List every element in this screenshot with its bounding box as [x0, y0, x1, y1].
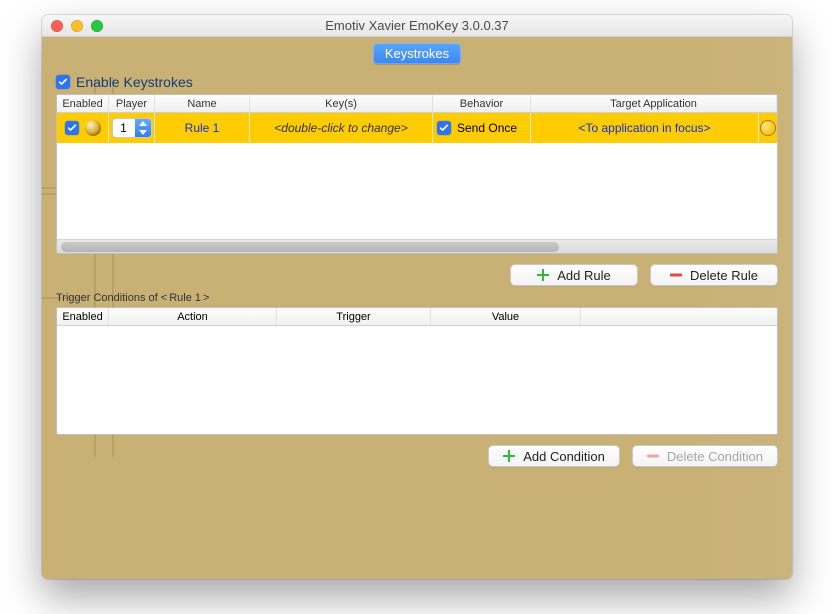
plus-icon [503, 450, 515, 462]
player-input[interactable] [113, 121, 135, 135]
rules-button-row: Add Rule Delete Rule [56, 264, 778, 286]
enable-keystrokes-row: Enable Keystrokes [56, 74, 792, 90]
col-player[interactable]: Player [109, 95, 155, 112]
zoom-icon[interactable] [91, 20, 103, 32]
conditions-button-row: Add Condition Delete Condition [56, 445, 778, 467]
minus-icon [670, 269, 682, 281]
enable-keystrokes-checkbox[interactable] [56, 75, 70, 89]
delete-condition-button[interactable]: Delete Condition [632, 445, 778, 467]
cond-col-trigger[interactable]: Trigger [277, 308, 431, 325]
tab-bar: Keystrokes [42, 37, 792, 64]
titlebar: Emotiv Xavier EmoKey 3.0.0.37 [42, 15, 792, 37]
conditions-section-label: Trigger Conditions of <Rule 1> [56, 292, 792, 304]
add-condition-button[interactable]: Add Condition [488, 445, 620, 467]
rules-table: Enabled Player Name Key(s) Behavior Targ… [56, 94, 778, 254]
col-keys[interactable]: Key(s) [250, 95, 433, 112]
col-name[interactable]: Name [155, 95, 250, 112]
horizontal-scrollbar[interactable] [57, 239, 777, 253]
cell-behavior: Send Once [433, 113, 531, 143]
rules-header: Enabled Player Name Key(s) Behavior Targ… [57, 95, 777, 113]
check-icon [439, 123, 449, 133]
behavior-label: Send Once [457, 121, 517, 135]
enable-keystrokes-label: Enable Keystrokes [76, 74, 193, 90]
behavior-checkbox[interactable] [437, 121, 451, 135]
check-icon [67, 123, 77, 133]
delete-rule-button[interactable]: Delete Rule [650, 264, 778, 286]
rules-body-empty [57, 143, 777, 239]
close-icon[interactable] [51, 20, 63, 32]
cell-keys[interactable]: <double-click to change> [250, 113, 433, 143]
player-stepper[interactable] [112, 118, 152, 138]
check-icon [58, 77, 68, 87]
plus-icon [537, 269, 549, 281]
add-condition-label: Add Condition [523, 449, 605, 464]
window-content: Keystrokes Enable Keystrokes Enabled Pla… [42, 37, 792, 579]
col-enabled[interactable]: Enabled [57, 95, 109, 112]
app-window: Emotiv Xavier EmoKey 3.0.0.37 Keystrokes… [42, 15, 792, 579]
chevron-down-icon[interactable] [135, 128, 151, 137]
conditions-header: Enabled Action Trigger Value [57, 308, 777, 326]
minimize-icon[interactable] [71, 20, 83, 32]
minus-icon [647, 450, 659, 462]
status-orb-icon [85, 120, 101, 136]
cond-col-enabled[interactable]: Enabled [57, 308, 109, 325]
window-controls [51, 20, 103, 32]
chevron-up-icon[interactable] [135, 119, 151, 128]
add-rule-button[interactable]: Add Rule [510, 264, 638, 286]
rule-enabled-checkbox[interactable] [65, 121, 79, 135]
table-row[interactable]: Rule 1 <double-click to change> Send Onc… [57, 113, 777, 143]
add-rule-label: Add Rule [557, 268, 610, 283]
scrollbar-thumb[interactable] [61, 242, 559, 252]
cond-col-value[interactable]: Value [431, 308, 581, 325]
cond-col-tail [581, 308, 777, 325]
conditions-table: Enabled Action Trigger Value [56, 307, 778, 435]
col-behavior[interactable]: Behavior [433, 95, 531, 112]
stepper-arrows[interactable] [135, 119, 151, 137]
tab-keystrokes[interactable]: Keystrokes [373, 43, 461, 64]
cell-target[interactable]: <To application in focus> [531, 113, 759, 143]
cell-name[interactable]: Rule 1 [155, 113, 250, 143]
cell-player [109, 113, 155, 143]
conditions-body-empty [57, 326, 777, 434]
col-target[interactable]: Target Application [531, 95, 777, 112]
cond-col-action[interactable]: Action [109, 308, 277, 325]
window-title: Emotiv Xavier EmoKey 3.0.0.37 [42, 18, 792, 33]
cell-tail [759, 113, 777, 143]
cell-enabled [57, 113, 109, 143]
delete-condition-label: Delete Condition [667, 449, 763, 464]
target-app-icon[interactable] [760, 120, 776, 136]
delete-rule-label: Delete Rule [690, 268, 758, 283]
